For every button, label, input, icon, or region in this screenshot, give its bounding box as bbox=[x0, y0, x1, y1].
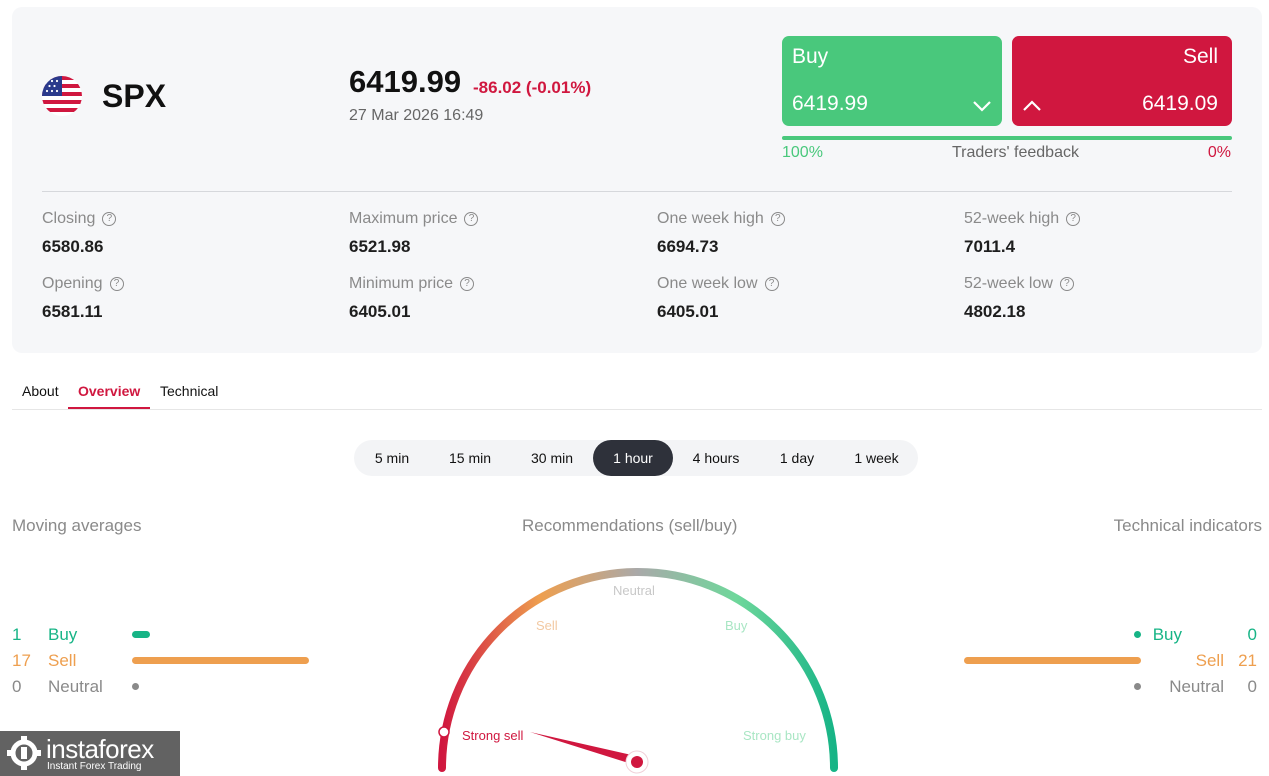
help-icon[interactable]: ? bbox=[764, 277, 779, 291]
gear-logo-icon bbox=[7, 736, 41, 770]
help-icon[interactable]: ? bbox=[1066, 212, 1081, 226]
ti-buy-label: Buy bbox=[1152, 625, 1182, 644]
ma-neutral-label: Neutral bbox=[48, 677, 103, 696]
gauge-label-neutral: Neutral bbox=[613, 583, 655, 598]
sell-button-label: Sell bbox=[1182, 45, 1218, 68]
traders-feedback-bar bbox=[782, 136, 1232, 140]
stat-52-week-high: 52-week high? 7011.4 bbox=[964, 210, 1081, 257]
gauge-needle bbox=[530, 732, 638, 766]
ti-buy-count: 0 bbox=[1247, 625, 1257, 644]
tab-bar: About Overview Technical bbox=[12, 376, 1262, 410]
gauge-label-sell: Sell bbox=[536, 618, 558, 633]
watermark-tagline: Instant Forex Trading bbox=[47, 761, 142, 772]
recommendation-gauge: Sell Neutral Buy Strong sell Strong buy bbox=[438, 568, 838, 774]
tab-about[interactable]: About bbox=[22, 383, 59, 399]
stat-label: Opening bbox=[42, 275, 103, 292]
divider bbox=[42, 191, 1232, 192]
stat-label: One week high bbox=[657, 210, 764, 227]
ma-buy-label: Buy bbox=[48, 625, 78, 644]
moving-averages-title: Moving averages bbox=[12, 516, 142, 535]
buy-button-price: 6419.99 bbox=[792, 92, 868, 115]
price-change: -86.02 (-0.01%) bbox=[473, 78, 592, 97]
sell-button[interactable]: Sell 6419.09 bbox=[1012, 36, 1232, 126]
ti-sell-bar bbox=[964, 657, 1141, 664]
sell-button-price: 6419.09 bbox=[1142, 92, 1218, 115]
ti-neutral-count: 0 bbox=[1247, 677, 1257, 696]
traders-feedback-buy-fill bbox=[782, 136, 1232, 140]
stat-value: 6405.01 bbox=[349, 302, 411, 321]
us-flag-icon bbox=[42, 76, 82, 116]
stat-value: 6694.73 bbox=[657, 237, 719, 256]
recommendations-title: Recommendations (sell/buy) bbox=[522, 516, 738, 535]
gauge-label-buy: Buy bbox=[725, 618, 748, 633]
ma-neutral-bar bbox=[132, 683, 139, 690]
period-selector: 5 min 15 min 30 min 1 hour 4 hours 1 day… bbox=[354, 440, 918, 476]
stat-closing: Closing? 6580.86 bbox=[42, 210, 117, 257]
ti-sell-count: 21 bbox=[1238, 651, 1257, 670]
chevron-up-icon bbox=[1023, 100, 1041, 111]
ma-neutral-count: 0 bbox=[12, 677, 22, 696]
ti-neutral-bar bbox=[1134, 683, 1141, 690]
stat-label: 52-week low bbox=[964, 275, 1053, 292]
buy-button[interactable]: Buy 6419.99 bbox=[782, 36, 1002, 126]
ma-sell-bar bbox=[132, 657, 309, 664]
ma-sell-count: 17 bbox=[12, 651, 31, 670]
gauge-label-strong-buy: Strong buy bbox=[743, 728, 806, 743]
gauge-start-marker bbox=[438, 726, 450, 738]
stat-minimum-price: Minimum price? 6405.01 bbox=[349, 275, 475, 322]
chevron-down-icon bbox=[973, 101, 991, 112]
stat-opening: Opening? 6581.11 bbox=[42, 275, 124, 322]
ti-sell-label: Sell bbox=[1195, 651, 1224, 670]
stat-value: 6405.01 bbox=[657, 302, 719, 321]
ma-sell-label: Sell bbox=[48, 651, 77, 670]
stat-value: 6521.98 bbox=[349, 237, 411, 256]
technical-indicators-title: Technical indicators bbox=[1113, 516, 1262, 535]
ma-buy-bar bbox=[132, 631, 150, 638]
instrument-symbol: SPX bbox=[102, 78, 167, 114]
gauge-pivot bbox=[631, 756, 643, 768]
period-1-day[interactable]: 1 day bbox=[759, 440, 835, 476]
stat-label: 52-week high bbox=[964, 210, 1060, 227]
tab-technical[interactable]: Technical bbox=[160, 383, 218, 399]
help-icon[interactable]: ? bbox=[1059, 277, 1074, 291]
period-15-min[interactable]: 15 min bbox=[430, 440, 510, 476]
ma-buy-count: 1 bbox=[12, 625, 22, 644]
period-4-hours[interactable]: 4 hours bbox=[673, 440, 759, 476]
period-1-hour[interactable]: 1 hour bbox=[593, 440, 673, 476]
stat-label: Maximum price bbox=[349, 210, 458, 227]
active-tab-indicator bbox=[68, 407, 150, 409]
ti-neutral-label: Neutral bbox=[1169, 677, 1224, 696]
help-icon[interactable]: ? bbox=[102, 212, 117, 226]
stat-maximum-price: Maximum price? 6521.98 bbox=[349, 210, 479, 257]
instaforex-watermark: instaforex Instant Forex Trading bbox=[0, 731, 180, 776]
tab-overview[interactable]: Overview bbox=[78, 383, 140, 399]
period-1-week[interactable]: 1 week bbox=[835, 440, 918, 476]
help-icon[interactable]: ? bbox=[770, 212, 785, 226]
stat-value: 6581.11 bbox=[42, 302, 103, 321]
stat-value: 6580.86 bbox=[42, 237, 104, 256]
stat-label: Closing bbox=[42, 210, 96, 227]
gauge-label-strong-sell: Strong sell bbox=[462, 728, 524, 743]
help-icon[interactable]: ? bbox=[460, 277, 475, 291]
feedback-sell-percent: 0% bbox=[1207, 144, 1231, 161]
stat-52-week-low: 52-week low? 4802.18 bbox=[964, 275, 1074, 322]
stat-label: One week low bbox=[657, 275, 758, 292]
feedback-buy-percent: 100% bbox=[782, 144, 823, 161]
period-5-min[interactable]: 5 min bbox=[354, 440, 430, 476]
help-icon[interactable]: ? bbox=[109, 277, 124, 291]
stat-label: Minimum price bbox=[349, 275, 454, 292]
buy-button-label: Buy bbox=[792, 45, 829, 68]
stat-value: 4802.18 bbox=[964, 302, 1026, 321]
stat-one-week-high: One week high? 6694.73 bbox=[657, 210, 785, 257]
period-30-min[interactable]: 30 min bbox=[510, 440, 594, 476]
help-icon[interactable]: ? bbox=[464, 212, 479, 226]
current-price: 6419.99 bbox=[349, 64, 462, 99]
quote-datetime: 27 Mar 2026 16:49 bbox=[349, 107, 484, 124]
ti-buy-bar bbox=[1134, 631, 1141, 638]
stat-value: 7011.4 bbox=[964, 237, 1016, 256]
feedback-label: Traders' feedback bbox=[952, 144, 1079, 161]
stat-one-week-low: One week low? 6405.01 bbox=[657, 275, 779, 322]
